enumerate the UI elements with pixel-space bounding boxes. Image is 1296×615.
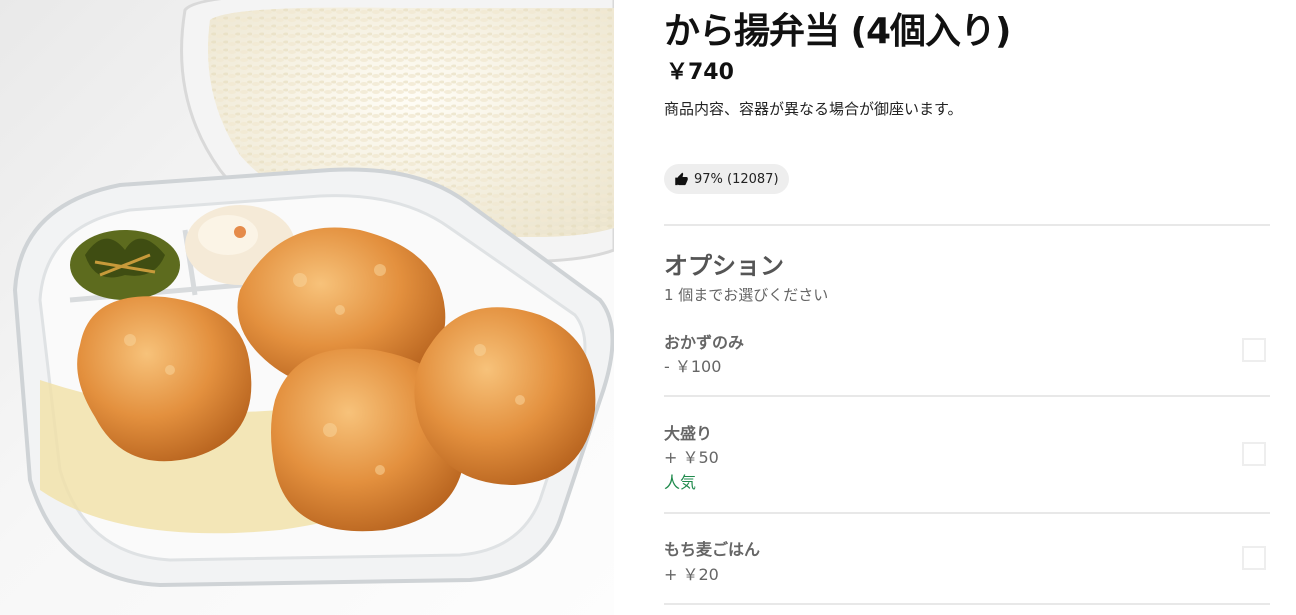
divider <box>664 603 1270 605</box>
divider <box>664 512 1270 514</box>
option-name: 大盛り <box>664 424 713 443</box>
option-price: + ￥20 <box>664 565 719 584</box>
options-title: オプション <box>664 252 784 280</box>
options-subtitle: 1 個までお選びください <box>664 286 829 304</box>
product-title: から揚弁当 (4個入り) <box>664 11 1011 52</box>
rating-badge: 97% (12087) <box>664 164 789 194</box>
option-checkbox[interactable] <box>1242 442 1266 466</box>
product-price: ￥740 <box>666 60 734 85</box>
option-name: おかずのみ <box>664 333 745 352</box>
option-checkbox[interactable] <box>1242 546 1266 570</box>
rating-text: 97% (12087) <box>694 171 779 187</box>
popular-badge: 人気 <box>664 473 697 492</box>
divider <box>664 395 1270 397</box>
thumbs-up-icon <box>675 172 688 185</box>
product-description: 商品内容、容器が異なる場合が御座います。 <box>664 100 963 118</box>
option-price: + ￥50 <box>664 448 719 467</box>
divider <box>664 224 1270 226</box>
product-image <box>0 0 614 615</box>
product-detail-panel: から揚弁当 (4個入り) ￥740 商品内容、容器が異なる場合が御座います。 9… <box>664 0 1270 615</box>
option-checkbox[interactable] <box>1242 338 1266 362</box>
option-name: もち麦ごはん <box>664 540 761 559</box>
option-price: - ￥100 <box>664 357 722 376</box>
